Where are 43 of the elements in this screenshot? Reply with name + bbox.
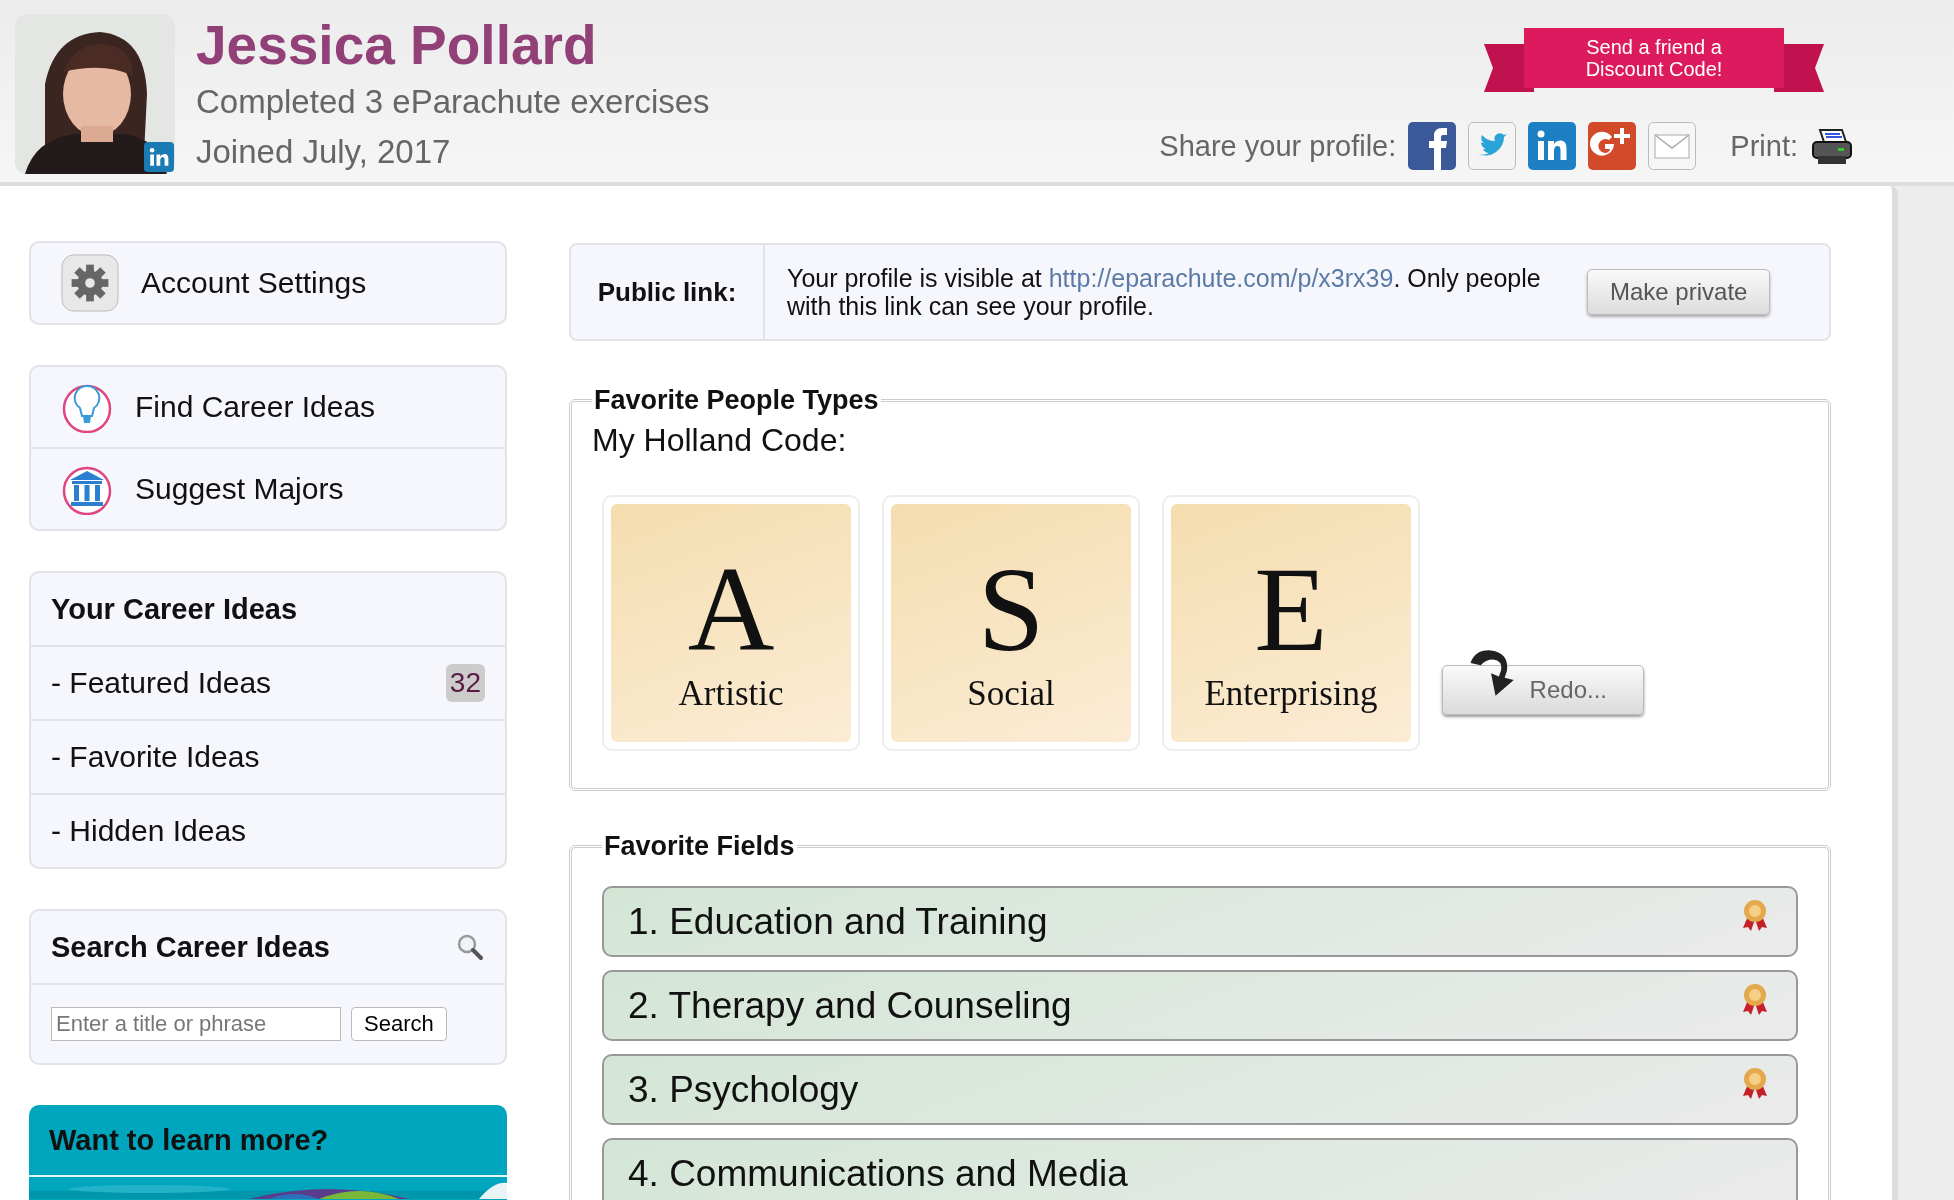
code-letter: A	[687, 550, 775, 670]
visibility-note: Your profile is visible at http://eparachute.com/p/x3rx39. Only people with this link can see your profile.	[787, 264, 1542, 320]
print-label: Print:	[1730, 129, 1798, 163]
redo-button[interactable]: Redo...	[1442, 665, 1644, 715]
printer-icon[interactable]	[1810, 126, 1854, 166]
sidebar-item[interactable]: - Featured Ideas 32	[31, 645, 505, 719]
field-row[interactable]: 4. Communications and Media	[602, 1138, 1798, 1200]
search-icon	[455, 932, 485, 962]
make-private-button[interactable]: Make private	[1587, 269, 1771, 315]
panel-title: Your Career Ideas	[51, 592, 298, 626]
join-date: Joined July, 2017	[196, 132, 452, 173]
sidebar-item[interactable]: - Favorite Ideas	[31, 719, 505, 793]
public-link-label: Public link:	[571, 245, 765, 339]
code-letter: E	[1254, 550, 1328, 670]
code-name: Artistic	[678, 674, 784, 714]
search-field[interactable]: Enter a title or phrase	[51, 1007, 341, 1041]
bird-icon[interactable]	[1468, 122, 1517, 170]
settings-icon	[61, 254, 119, 312]
sidebar-item[interactable]: Find Career Ideas	[31, 367, 505, 447]
search-button[interactable]: Search	[351, 1007, 447, 1041]
linkedin-icon[interactable]	[144, 142, 174, 172]
field-row[interactable]: 1. Education and Training	[602, 886, 1798, 957]
code-name: Social	[967, 674, 1055, 714]
section-title: Favorite Fields	[603, 831, 796, 862]
profile-link[interactable]: http://eparachute.com/p/x3rx39	[1048, 264, 1394, 292]
section-title: Favorite People Types	[593, 385, 880, 416]
share-label: Share your profile:	[1159, 129, 1397, 163]
google-plus-icon[interactable]	[1588, 122, 1637, 170]
field-row[interactable]: 3. Psychology	[602, 1054, 1798, 1125]
code-name: Enterprising	[1204, 674, 1378, 714]
field-row[interactable]: 2. Therapy and Counseling	[602, 970, 1798, 1041]
panel-title: Want to learn more?	[49, 1123, 329, 1157]
panel-title: Search Career Ideas	[51, 930, 330, 964]
holland-code-label: My Holland Code:	[592, 422, 848, 459]
sidebar-item[interactable]: - Hidden Ideas	[31, 793, 505, 867]
linkedin-icon[interactable]	[1528, 122, 1577, 170]
code-letter: S	[977, 550, 1045, 670]
sidebar-item[interactable]: Suggest Majors	[31, 447, 505, 529]
exercises-completed: Completed 3 eParachute exercises	[196, 82, 710, 123]
count-badge: 32	[445, 664, 485, 702]
profile-name: Jessica Pollard	[196, 14, 598, 78]
facebook-icon[interactable]	[1408, 122, 1457, 170]
account-settings-link[interactable]: Account Settings	[31, 243, 505, 323]
